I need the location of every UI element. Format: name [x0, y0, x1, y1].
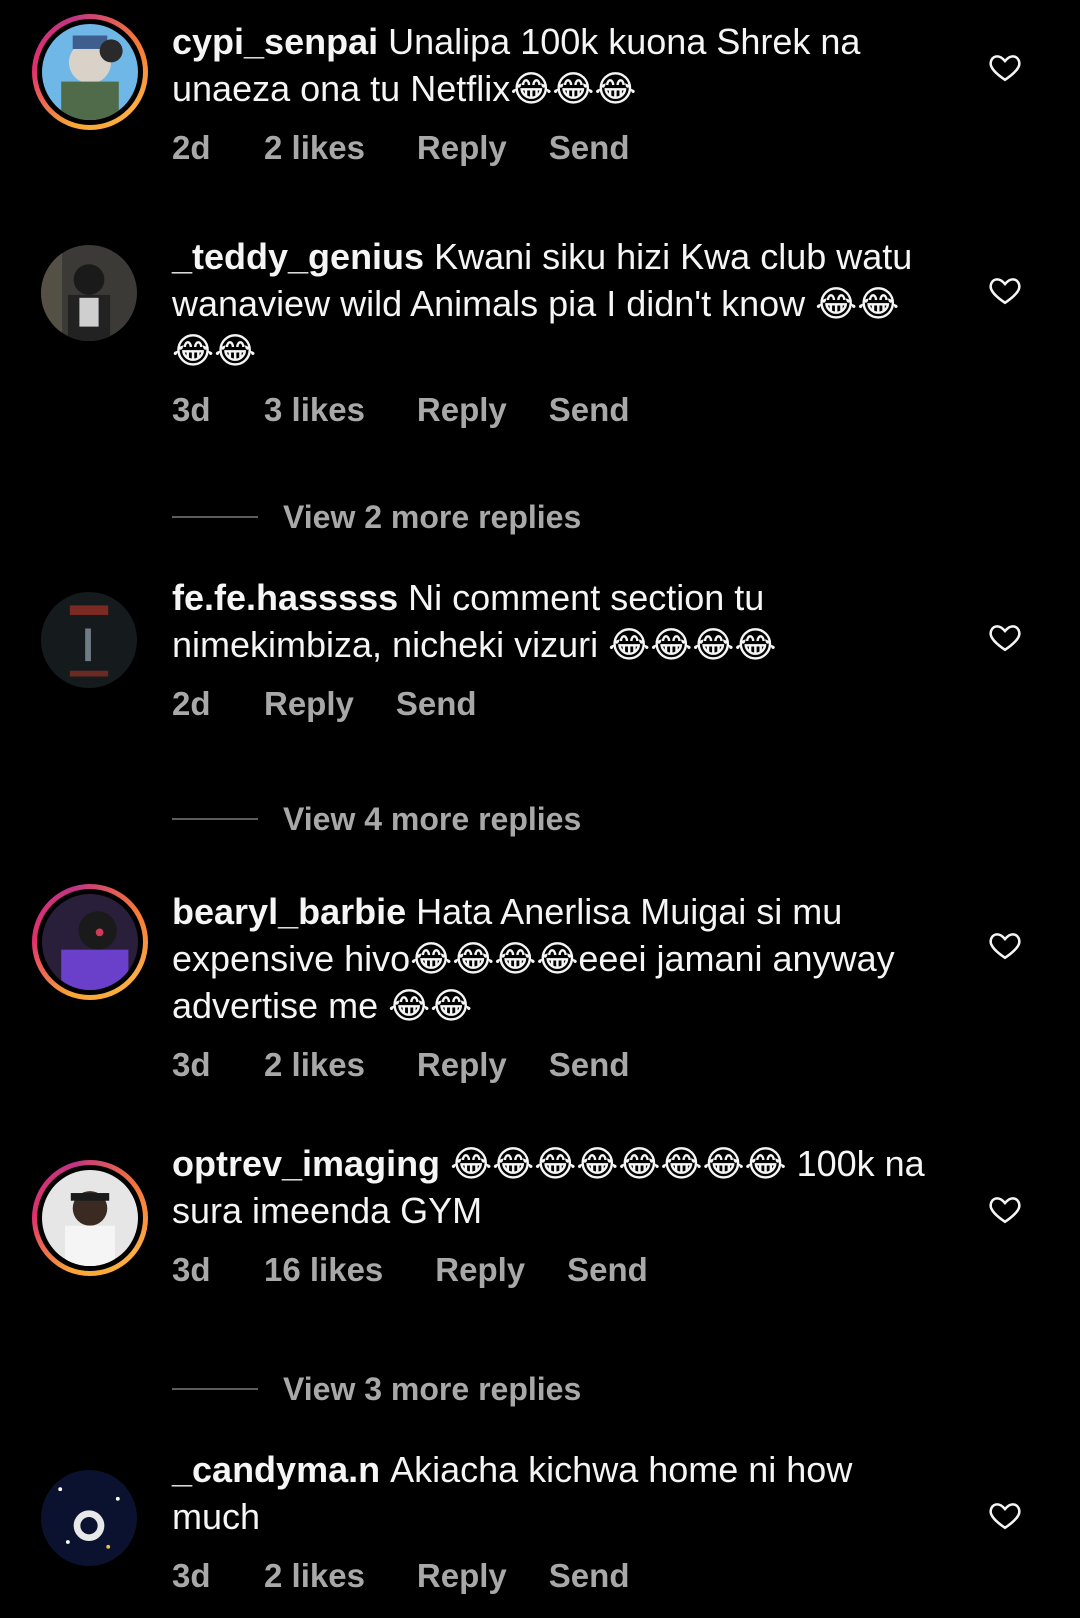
likes-count[interactable]: 2 likes: [264, 1043, 365, 1087]
heart-outline-icon[interactable]: [988, 1498, 1022, 1532]
reply-button[interactable]: Reply: [417, 1043, 507, 1087]
comment-body: optrev_imaging 😂😂😂😂😂😂😂😂 100k na sura imee…: [172, 1140, 932, 1292]
username[interactable]: fe.fe.hasssss: [172, 577, 398, 618]
comment-meta: 3d 16 likes Reply Send: [172, 1248, 932, 1292]
avatar: [41, 592, 137, 688]
send-button[interactable]: Send: [549, 1043, 630, 1087]
send-button[interactable]: Send: [549, 126, 630, 170]
avatar: [42, 894, 138, 990]
avatar: [42, 1170, 138, 1266]
comment-time: 2d: [172, 685, 211, 722]
comment-text: optrev_imaging 😂😂😂😂😂😂😂😂 100k na sura imee…: [172, 1140, 932, 1234]
comment-text: _teddy_genius Kwani siku hizi Kwa club wa…: [172, 233, 932, 374]
heart-outline-icon[interactable]: [988, 273, 1022, 307]
avatar: [41, 1470, 137, 1566]
divider-line: [172, 516, 258, 518]
comment-body: cypi_senpai Unalipa 100k kuona Shrek na u…: [172, 18, 932, 170]
avatar: [42, 24, 138, 120]
likes-count[interactable]: 2 likes: [264, 126, 365, 170]
view-more-label[interactable]: View 3 more replies: [283, 1371, 581, 1408]
username[interactable]: optrev_imaging: [172, 1143, 440, 1184]
comment-body: _candyma.n Akiacha kichwa home ni how muc…: [172, 1446, 932, 1598]
avatar-story-ring[interactable]: [32, 884, 148, 1000]
heart-outline-icon[interactable]: [988, 620, 1022, 654]
comment-time: 3d: [172, 1557, 211, 1594]
heart-outline-icon[interactable]: [988, 928, 1022, 962]
likes-count[interactable]: 16 likes: [264, 1248, 383, 1292]
likes-count[interactable]: 3 likes: [264, 388, 365, 432]
avatar-wrap[interactable]: [41, 592, 137, 688]
comments-list: cypi_senpai Unalipa 100k kuona Shrek na u…: [0, 0, 1080, 1618]
comment-time: 3d: [172, 391, 211, 428]
comment-meta: 3d 2 likes Reply Send: [172, 1554, 932, 1598]
username[interactable]: cypi_senpai: [172, 21, 378, 62]
username[interactable]: _teddy_genius: [172, 236, 424, 277]
avatar-story-ring[interactable]: [32, 1160, 148, 1276]
comment-meta: 2d Reply Send: [172, 682, 932, 726]
comment-meta: 3d 2 likes Reply Send: [172, 1043, 932, 1087]
divider-line: [172, 1388, 258, 1390]
username[interactable]: bearyl_barbie: [172, 891, 406, 932]
send-button[interactable]: Send: [549, 1554, 630, 1598]
reply-button[interactable]: Reply: [435, 1248, 525, 1292]
send-button[interactable]: Send: [549, 388, 630, 432]
view-more-replies[interactable]: View 3 more replies: [172, 1364, 581, 1414]
comment-body: fe.fe.hasssss Ni comment section tu nimek…: [172, 574, 932, 726]
reply-button[interactable]: Reply: [417, 126, 507, 170]
view-more-replies[interactable]: View 2 more replies: [172, 492, 581, 542]
view-more-label[interactable]: View 4 more replies: [283, 801, 581, 838]
view-more-replies[interactable]: View 4 more replies: [172, 794, 581, 844]
heart-outline-icon[interactable]: [988, 50, 1022, 84]
comment-text: fe.fe.hasssss Ni comment section tu nimek…: [172, 574, 932, 668]
heart-outline-icon[interactable]: [988, 1192, 1022, 1226]
comment-body: bearyl_barbie Hata Anerlisa Muigai si mu …: [172, 888, 932, 1087]
comment-text: _candyma.n Akiacha kichwa home ni how muc…: [172, 1446, 932, 1540]
reply-button[interactable]: Reply: [417, 388, 507, 432]
comment-time: 3d: [172, 1046, 211, 1083]
divider-line: [172, 818, 258, 820]
reply-button[interactable]: Reply: [417, 1554, 507, 1598]
avatar: [41, 245, 137, 341]
comment-time: 2d: [172, 129, 211, 166]
comment-meta: 3d 3 likes Reply Send: [172, 388, 932, 432]
avatar-wrap[interactable]: [41, 245, 137, 341]
comment-meta: 2d 2 likes Reply Send: [172, 126, 932, 170]
username[interactable]: _candyma.n: [172, 1449, 380, 1490]
comment-text: cypi_senpai Unalipa 100k kuona Shrek na u…: [172, 18, 932, 112]
comment-body: _teddy_genius Kwani siku hizi Kwa club wa…: [172, 233, 932, 432]
avatar-wrap[interactable]: [41, 1470, 137, 1566]
avatar-story-ring[interactable]: [32, 14, 148, 130]
comment-text: bearyl_barbie Hata Anerlisa Muigai si mu …: [172, 888, 932, 1029]
comment-time: 3d: [172, 1251, 211, 1288]
reply-button[interactable]: Reply: [264, 682, 354, 726]
send-button[interactable]: Send: [396, 682, 477, 726]
view-more-label[interactable]: View 2 more replies: [283, 499, 581, 536]
send-button[interactable]: Send: [567, 1248, 648, 1292]
likes-count[interactable]: 2 likes: [264, 1554, 365, 1598]
